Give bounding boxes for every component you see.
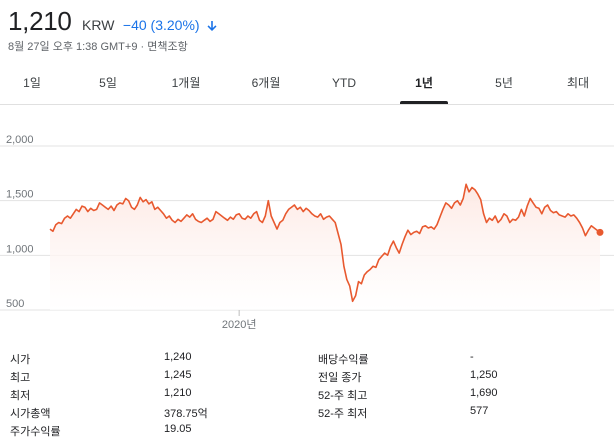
stat-label: 배당수익률 xyxy=(318,354,369,366)
y-tick-label: 500 xyxy=(6,298,24,310)
stat-value: 1,210 xyxy=(164,387,192,399)
quote-header: 1,210 KRW −40 (3.20%) xyxy=(8,6,218,37)
stat-label: 시가 xyxy=(10,354,31,366)
tab-ytd[interactable]: YTD xyxy=(314,64,374,102)
stats-row: 시가총액 378.75억 52-주 최저 577 xyxy=(0,403,614,421)
stat-value: 577 xyxy=(470,405,489,417)
stat-value: 19.05 xyxy=(164,423,192,435)
stat-value: 1,250 xyxy=(470,369,498,381)
stat-value: 1,240 xyxy=(164,351,192,363)
tab-1y[interactable]: 1년 xyxy=(394,64,454,104)
stat-label: 52-주 최저 xyxy=(318,408,368,420)
stat-value: - xyxy=(470,351,474,363)
tab-5y[interactable]: 5년 xyxy=(474,64,534,102)
x-tick-label: 2020년 xyxy=(222,318,257,331)
y-tick-label: 2,000 xyxy=(6,134,34,146)
tab-5d[interactable]: 5일 xyxy=(78,64,138,102)
tab-6m[interactable]: 6개월 xyxy=(236,64,296,102)
stat-label: 시가총액 xyxy=(10,408,51,420)
stats-row: 시가 1,240 배당수익률 - xyxy=(0,349,614,367)
price-change: −40 (3.20%) xyxy=(122,17,200,33)
range-tabs: 1일 5일 1개월 6개월 YTD 1년 5년 최대 xyxy=(0,64,614,105)
stat-label: 최저 xyxy=(10,390,31,402)
stat-label: 전일 종가 xyxy=(318,372,362,384)
stats-row: 최고 1,245 전일 종가 1,250 xyxy=(0,367,614,385)
stat-value: 1,690 xyxy=(470,387,498,399)
stat-value: 1,245 xyxy=(164,369,192,381)
y-tick-label: 1,500 xyxy=(6,189,34,201)
stat-label: 주가수익률 xyxy=(10,426,61,438)
quote-timestamp: 8월 27일 오후 1:38 GMT+9 · 면책조항 xyxy=(8,41,188,53)
tab-max[interactable]: 최대 xyxy=(548,64,608,102)
stats-row: 주가수익률 19.05 xyxy=(0,421,614,439)
area-fill xyxy=(50,184,600,310)
down-arrow-icon xyxy=(206,19,218,37)
current-price: 1,210 xyxy=(8,6,72,36)
stat-label: 최고 xyxy=(10,372,31,384)
stats-table: 시가 1,240 배당수익률 - 최고 1,245 전일 종가 1,250 최저… xyxy=(0,349,614,439)
currency-code: KRW xyxy=(82,17,115,33)
last-price-dot xyxy=(596,228,604,236)
y-tick-label: 1,000 xyxy=(6,243,34,255)
tab-1m[interactable]: 1개월 xyxy=(156,64,216,102)
stats-row: 최저 1,210 52-주 최고 1,690 xyxy=(0,385,614,403)
stat-value: 378.75억 xyxy=(164,408,208,420)
price-chart[interactable]: 2,000 1,500 1,000 500 2020년 xyxy=(0,120,614,340)
stat-label: 52-주 최고 xyxy=(318,390,368,402)
tab-1d[interactable]: 1일 xyxy=(2,64,62,102)
